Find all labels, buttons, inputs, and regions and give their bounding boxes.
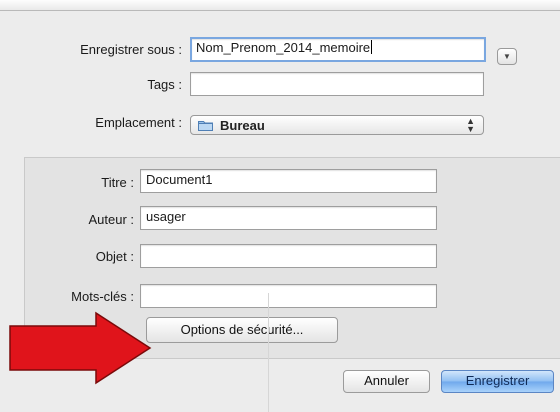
keywords-label: Mots-clés :: [71, 289, 134, 304]
save-as-label: Enregistrer sous :: [80, 42, 182, 57]
subject-field[interactable]: [140, 244, 437, 268]
security-options-button[interactable]: Options de sécurité...: [146, 317, 338, 343]
tags-field[interactable]: [190, 72, 484, 96]
author-field[interactable]: usager: [140, 206, 437, 230]
save-button[interactable]: Enregistrer: [441, 370, 554, 393]
tags-label: Tags :: [147, 77, 182, 92]
title-field[interactable]: Document1: [140, 169, 437, 193]
location-value: Bureau: [220, 118, 265, 133]
save-as-value: Nom_Prenom_2014_memoire: [196, 40, 371, 55]
cancel-button[interactable]: Annuler: [343, 370, 430, 393]
background-divider: [268, 293, 269, 412]
window-titlebar: [0, 0, 560, 11]
updown-chevron-icon: ▲ ▼: [466, 116, 475, 134]
save-as-field[interactable]: Nom_Prenom_2014_memoire: [190, 37, 486, 62]
save-dialog-sheet: Enregistrer sous : Nom_Prenom_2014_memoi…: [0, 11, 560, 412]
red-arrow-annotation: [9, 311, 152, 385]
author-label: Auteur :: [88, 212, 134, 227]
location-popup[interactable]: Bureau ▲ ▼: [190, 115, 484, 135]
folder-icon: [198, 121, 213, 131]
chevron-down-icon: ▼: [503, 52, 511, 61]
keywords-field[interactable]: [140, 284, 437, 308]
expand-dialog-button[interactable]: ▼: [497, 48, 517, 65]
title-label: Titre :: [101, 175, 134, 190]
location-label: Emplacement :: [95, 115, 182, 130]
subject-label: Objet :: [95, 249, 134, 264]
text-caret: [371, 40, 373, 54]
